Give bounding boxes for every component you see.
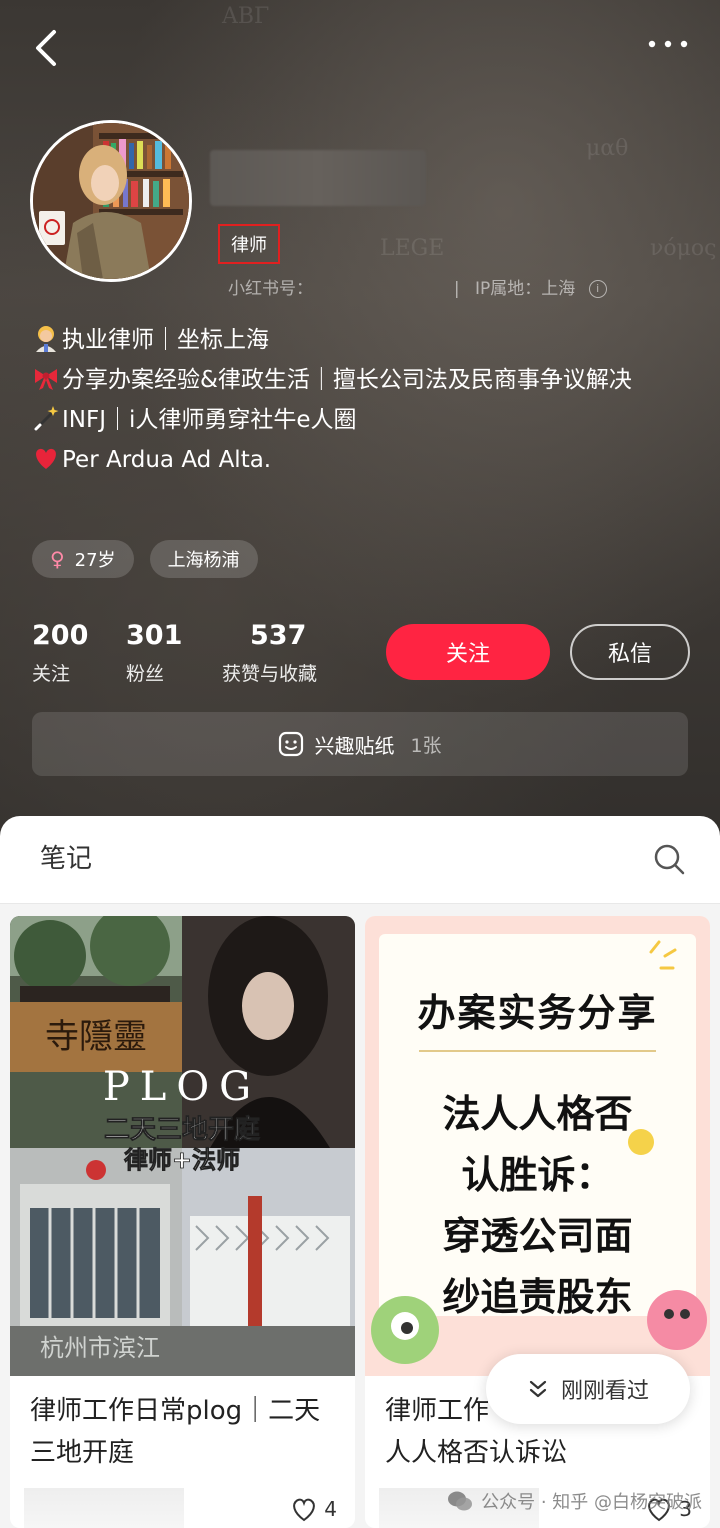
red-heart-icon	[36, 448, 56, 469]
magic-wand-icon	[34, 406, 59, 431]
poster: 办案实务分享 法人人格否 认胜诉： 穿透公司面 纱追责股东	[365, 916, 710, 1376]
ribbon-icon	[35, 369, 57, 390]
wechat-icon	[448, 1491, 473, 1511]
female-icon: ♀	[50, 547, 65, 571]
bio-line: INFJ｜i人律师勇穿社牛e人圈	[32, 400, 692, 440]
tab-notes[interactable]: 笔记	[40, 838, 92, 875]
more-options-icon[interactable]	[646, 36, 690, 52]
background-decoration: νόμος	[650, 236, 717, 261]
xiaohongshu-id-label: 小红书号：	[228, 279, 313, 299]
stat-followers[interactable]: 301 粉丝	[126, 620, 182, 686]
note-cover-image: 寺隱靈 杭州市滨江 PLOG 二天三地开庭 律师+法师	[10, 916, 355, 1376]
stat-following[interactable]: 200 关注	[32, 620, 88, 686]
background-decoration: LEGE	[380, 236, 445, 261]
bio-line: 分享办案经验&律政生活｜擅长公司法及民商事争议解决	[32, 360, 692, 400]
info-icon[interactable]: i	[588, 280, 607, 298]
plog-subtitle-text: 二天三地开庭	[104, 1114, 260, 1145]
like-count[interactable]: 4	[290, 1496, 337, 1522]
double-chevron-down-icon	[529, 1380, 547, 1398]
profession-tag-label: 律师	[231, 235, 267, 256]
follow-button[interactable]: 关注	[386, 624, 550, 680]
age-chip: ♀ 27岁	[32, 540, 134, 578]
bio-line: 执业律师｜坐标上海	[32, 320, 692, 360]
note-cover-image: 办案实务分享 法人人格否 认胜诉： 穿透公司面 纱追责股东	[365, 916, 710, 1376]
note-card[interactable]: 寺隱靈 杭州市滨江 PLOG 二天三地开庭 律师+法师 律师工作日常plog｜二…	[10, 916, 355, 1528]
stat-likes-collects[interactable]: 537 获赞与收藏	[222, 620, 317, 686]
plog-title-text: PLOG	[103, 1064, 261, 1110]
recently-viewed-button[interactable]: 刚刚看过	[486, 1354, 690, 1424]
ip-location: IP属地：上海	[474, 279, 576, 299]
plog-subtitle-text: 律师+法师	[124, 1146, 240, 1174]
username-blurred	[210, 150, 426, 206]
sticker-count: 1张	[410, 734, 442, 757]
background-decoration: μαθ	[586, 136, 629, 161]
bio: 执业律师｜坐标上海 分享办案经验&律政生活｜擅长公司法及民商事争议解决 INFJ…	[32, 320, 692, 480]
note-title: 律师工作日常plog｜二天三地开庭	[30, 1396, 321, 1468]
location-chip: 上海杨浦	[149, 540, 258, 578]
message-button[interactable]: 私信	[570, 624, 690, 680]
watermark: 公众号 · 知乎 @白杨突破派	[447, 1488, 702, 1514]
search-icon[interactable]	[652, 842, 686, 876]
woman-office-worker-icon	[36, 326, 56, 352]
author-thumbnail	[24, 1488, 184, 1528]
bio-line: Per Ardua Ad Alta.	[32, 440, 692, 480]
poster-decorations	[371, 940, 707, 1364]
avatar[interactable]	[30, 120, 192, 282]
interest-sticker-bar[interactable]: 兴趣贴纸 1张	[32, 712, 688, 776]
back-arrow-icon[interactable]	[26, 24, 66, 72]
account-id-line: 小红书号： | IP属地：上海 i	[228, 274, 607, 299]
court-sign-text: 杭州市滨江	[40, 1334, 160, 1362]
profile-chips: ♀ 27岁 上海杨浦	[32, 540, 258, 578]
sticker-label: 兴趣贴纸	[314, 733, 395, 758]
background-decoration: ΑΒΓ	[222, 4, 270, 29]
heart-outline-icon	[293, 1498, 316, 1522]
profession-tag: 律师	[218, 224, 280, 264]
note-card[interactable]: 办案实务分享 法人人格否 认胜诉： 穿透公司面 纱追责股东 律师工作 人人格否认…	[365, 916, 710, 1528]
temple-plaque-text: 寺隱靈	[45, 1017, 147, 1057]
sticker-face-icon	[279, 731, 304, 757]
